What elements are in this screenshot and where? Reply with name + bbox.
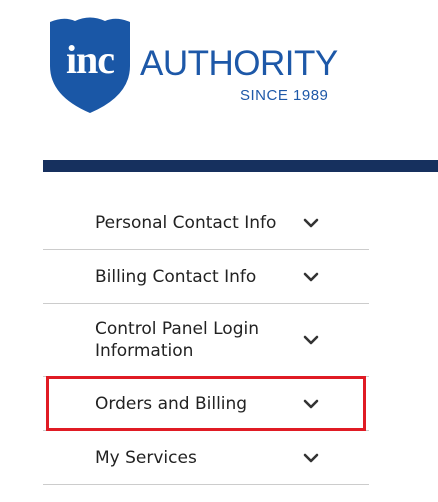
badge-text: inc [65,37,115,82]
menu-item-label: Orders and Billing [95,393,248,414]
chevron-down-icon[interactable] [303,218,319,228]
chevron-down-icon[interactable] [303,335,319,345]
header-divider-bar [43,160,438,172]
menu-item-billing-contact-info[interactable]: Billing Contact Info [43,250,369,304]
account-menu: Personal Contact Info Billing Contact In… [43,196,369,485]
menu-item-control-panel-login[interactable]: Control Panel Login Information [43,304,369,377]
inc-authority-logo[interactable]: inc AUTHORITY SINCE 1989 [44,14,338,114]
shield-badge-icon: inc [44,14,136,114]
chevron-down-icon[interactable] [303,272,319,282]
menu-item-label: My Services [95,447,197,468]
menu-item-orders-and-billing[interactable]: Orders and Billing [43,377,369,431]
logo-wordmark: AUTHORITY [140,44,338,83]
chevron-down-icon[interactable] [303,399,319,409]
menu-item-label: Personal Contact Info [95,212,277,233]
logo-tagline: SINCE 1989 [240,87,329,104]
menu-item-label: Billing Contact Info [95,266,257,287]
menu-item-label: Control Panel Login Information [95,319,259,361]
menu-item-personal-contact-info[interactable]: Personal Contact Info [43,196,369,250]
menu-item-my-services[interactable]: My Services [43,431,369,485]
chevron-down-icon[interactable] [303,453,319,463]
